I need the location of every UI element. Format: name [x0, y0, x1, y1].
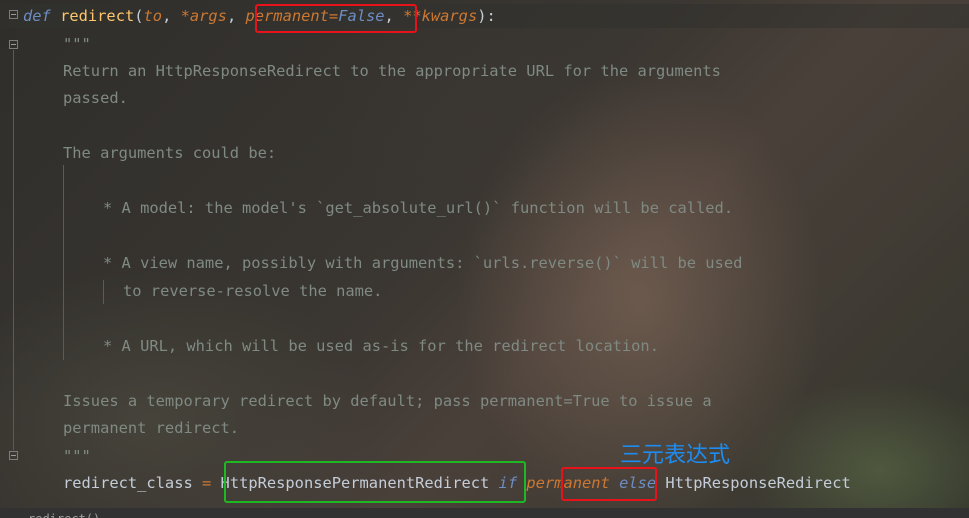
paren-open: (: [134, 7, 144, 25]
docstring-line: * A view name, possibly with arguments: …: [103, 254, 743, 272]
docstring-line: permanent redirect.: [63, 419, 240, 437]
fold-toggle-icon[interactable]: [9, 10, 18, 19]
function-name: redirect: [60, 7, 135, 25]
param-args: *args: [180, 7, 227, 25]
paren-close: ):: [477, 7, 496, 25]
indent-guide: [63, 165, 64, 360]
fold-toggle-icon[interactable]: [9, 40, 18, 49]
highlight-box-condition: [561, 467, 657, 501]
indent-guide: [103, 280, 104, 304]
comma: ,: [226, 7, 246, 25]
highlight-box-true-class: [224, 461, 526, 503]
keyword-def: def: [23, 7, 51, 25]
comma: ,: [162, 7, 181, 25]
docstring-line: Return an HttpResponseRedirect to the ap…: [63, 62, 721, 80]
docstring-line: * A model: the model's `get_absolute_url…: [103, 199, 734, 217]
annotation-label: 三元表达式: [620, 443, 731, 468]
code-editor[interactable]: def redirect(to, *args, permanent=False,…: [0, 0, 969, 518]
highlight-box-permanent-param: [255, 4, 417, 33]
docstring-line: Issues a temporary redirect by default; …: [63, 392, 712, 410]
docstring-line: The arguments could be:: [63, 144, 277, 162]
docstring-open: """: [63, 35, 91, 53]
fold-range-line: [13, 50, 14, 450]
breadcrumb-status-bar[interactable]: redirect(): [0, 508, 969, 518]
variable-redirect-class: redirect_class: [63, 474, 193, 492]
docstring-line: to reverse-resolve the name.: [123, 282, 383, 300]
class-redirect: HttpResponseRedirect: [665, 474, 851, 492]
assign-operator: =: [192, 474, 221, 492]
param-to: to: [143, 7, 163, 25]
fold-toggle-icon[interactable]: [9, 451, 18, 460]
docstring-close: """: [63, 447, 91, 465]
docstring-line: * A URL, which will be used as-is for th…: [103, 337, 659, 355]
editor-gutter: [0, 0, 22, 518]
docstring-line: passed.: [63, 89, 128, 107]
